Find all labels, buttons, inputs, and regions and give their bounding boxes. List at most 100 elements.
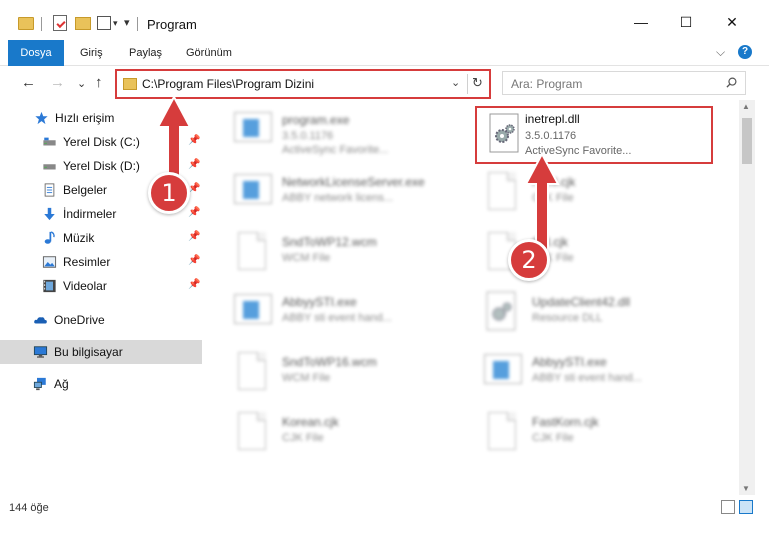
refresh-button[interactable]: ↻ [472, 75, 483, 91]
file-description: ActiveSync Favorite... [282, 144, 389, 156]
file-version: 3.5.0.1176 [525, 130, 577, 142]
annotation-badge-2: 2 [508, 239, 550, 281]
address-dropdown-icon[interactable]: ⌄ [451, 76, 460, 89]
pin-icon: 📌 [188, 255, 201, 266]
properties-icon[interactable] [53, 15, 67, 31]
cloud-icon [34, 317, 47, 324]
maximize-button[interactable]: ☐ [676, 12, 696, 32]
sidebar-item-label: Yerel Disk (C:) [63, 135, 140, 149]
file-type: Resource DLL [532, 312, 603, 324]
details-view-icon[interactable] [721, 500, 735, 514]
file-item[interactable]: NetworkLicenseServer.exe ABBY network li… [224, 166, 468, 224]
customize-toolbar-icon[interactable]: ▾ [124, 16, 130, 29]
forward-button[interactable]: → [50, 74, 65, 91]
address-path[interactable]: C:\Program Files\Program Dizini [142, 77, 314, 91]
ribbon: Dosya Giriş Paylaş Görünüm ⌵ ? [0, 40, 769, 66]
app-icon [234, 170, 272, 214]
toolbar-dropdown-icon[interactable]: ▾ [113, 18, 118, 29]
navigation-bar: ← → ⌄ ↑ C:\Program Files\Program Dizini … [0, 66, 769, 100]
file-item[interactable]: AbbyySTI.exe ABBY sti event hand... [474, 346, 718, 404]
item-count: 144 öğe [9, 502, 49, 514]
app-icon [234, 290, 272, 334]
tab-share[interactable]: Paylaş [119, 40, 172, 66]
file-icon [234, 230, 270, 274]
up-button[interactable]: ↑ [95, 74, 103, 91]
status-bar: 144 öğe [0, 498, 769, 518]
file-item[interactable]: SndToWP16.wcm WCM File [224, 346, 468, 404]
drive-icon [43, 137, 56, 146]
recent-locations-button[interactable]: ⌄ [77, 77, 86, 90]
expand-ribbon-icon[interactable]: ⌵ [716, 45, 725, 60]
file-item-inetrepl[interactable]: inetrepl.dll 3.5.0.1176 ActiveSync Favor… [475, 106, 713, 164]
star-icon [35, 111, 48, 125]
file-item[interactable]: SndToWP12.wcm WCM File [224, 226, 468, 284]
sidebar-item-music[interactable]: Müzik 📌 [0, 226, 202, 250]
file-name: inetrepl.dll [525, 112, 580, 126]
file-type: CJK File [282, 432, 324, 444]
address-separator [467, 74, 468, 94]
tab-file[interactable]: Dosya [8, 40, 64, 66]
sidebar-item-label: Müzik [63, 231, 95, 245]
window-title: Program [147, 17, 197, 32]
help-icon[interactable]: ? [738, 45, 752, 59]
sidebar-item-label: Hızlı erişim [55, 111, 115, 125]
new-folder-icon[interactable] [75, 17, 91, 30]
file-icon [234, 410, 270, 454]
file-version: 3.5.0.1176 [282, 130, 334, 142]
search-icon[interactable] [726, 77, 737, 88]
file-item[interactable]: program.exe 3.5.0.1176 ActiveSync Favori… [224, 104, 468, 162]
sidebar-item-label: Belgeler [63, 183, 108, 197]
large-icons-view-icon[interactable] [739, 500, 753, 514]
file-item[interactable]: UpdateClient42.dll Resource DLL [474, 286, 718, 344]
tab-view[interactable]: Görünüm [176, 40, 242, 66]
file-name: FastKorn.cjk [532, 415, 599, 429]
pin-icon: 📌 [188, 231, 201, 242]
sidebar-item-network[interactable]: Ağ [0, 372, 202, 396]
sidebar-item-label: Ağ [54, 377, 69, 391]
sidebar-item-videos[interactable]: Videolar 📌 [0, 274, 202, 298]
toolbar-separator [41, 17, 42, 31]
sidebar-item-pictures[interactable]: Resimler 📌 [0, 250, 202, 274]
sidebar-item-label: Bu bilgisayar [54, 345, 123, 359]
file-item[interactable]: Nrml.cjk CJK File [474, 166, 718, 224]
tab-home[interactable]: Giriş [70, 40, 113, 66]
scroll-up-button[interactable]: ▲ [742, 102, 750, 111]
gear-file-icon [489, 113, 519, 153]
file-icon [234, 350, 270, 394]
documents-icon [44, 183, 55, 197]
music-icon [44, 231, 55, 244]
file-type: WCM File [282, 252, 331, 264]
title-bar: ▾ ▾ Program — ☐ ✕ [0, 0, 769, 40]
file-name: UpdateClient42.dll [532, 295, 631, 309]
file-name: AbbyySTI.exe [532, 355, 607, 369]
file-name: NetworkLicenseServer.exe [282, 175, 425, 189]
sidebar-item-label: Resimler [63, 255, 111, 269]
view-icon[interactable] [97, 16, 111, 30]
file-name: Korean.cjk [282, 415, 339, 429]
vertical-scrollbar[interactable]: ▲ ▼ [739, 100, 755, 495]
file-name: AbbyySTI.exe [282, 295, 357, 309]
file-item[interactable]: AbbyySTI.exe ABBY sti event hand... [224, 286, 468, 344]
back-button[interactable]: ← [21, 74, 36, 91]
folder-icon[interactable] [18, 17, 34, 30]
search-input[interactable]: Ara: Program [502, 71, 746, 95]
scroll-thumb[interactable] [742, 118, 752, 164]
file-description: ABBY sti event hand... [282, 312, 392, 324]
gear-file-icon [486, 291, 516, 331]
scroll-down-button[interactable]: ▼ [742, 484, 750, 493]
file-name: program.exe [282, 113, 350, 127]
minimize-button[interactable]: — [631, 12, 651, 32]
sidebar-item-label: Yerel Disk (D:) [63, 159, 140, 173]
search-placeholder[interactable]: Ara: Program [511, 77, 582, 91]
annotation-badge-1: 1 [148, 172, 190, 214]
close-button[interactable]: ✕ [722, 12, 742, 32]
app-icon [484, 350, 522, 394]
file-name: SndToWP12.wcm [282, 235, 377, 249]
file-icon [484, 170, 520, 214]
sidebar-item-this-pc[interactable]: Bu bilgisayar [0, 340, 202, 364]
title-separator [137, 17, 138, 31]
sidebar-item-onedrive[interactable]: OneDrive [0, 308, 202, 332]
file-item[interactable]: FastKorn.cjk CJK File [474, 406, 718, 464]
file-item[interactable]: Korean.cjk CJK File [224, 406, 468, 464]
download-icon [44, 207, 55, 221]
